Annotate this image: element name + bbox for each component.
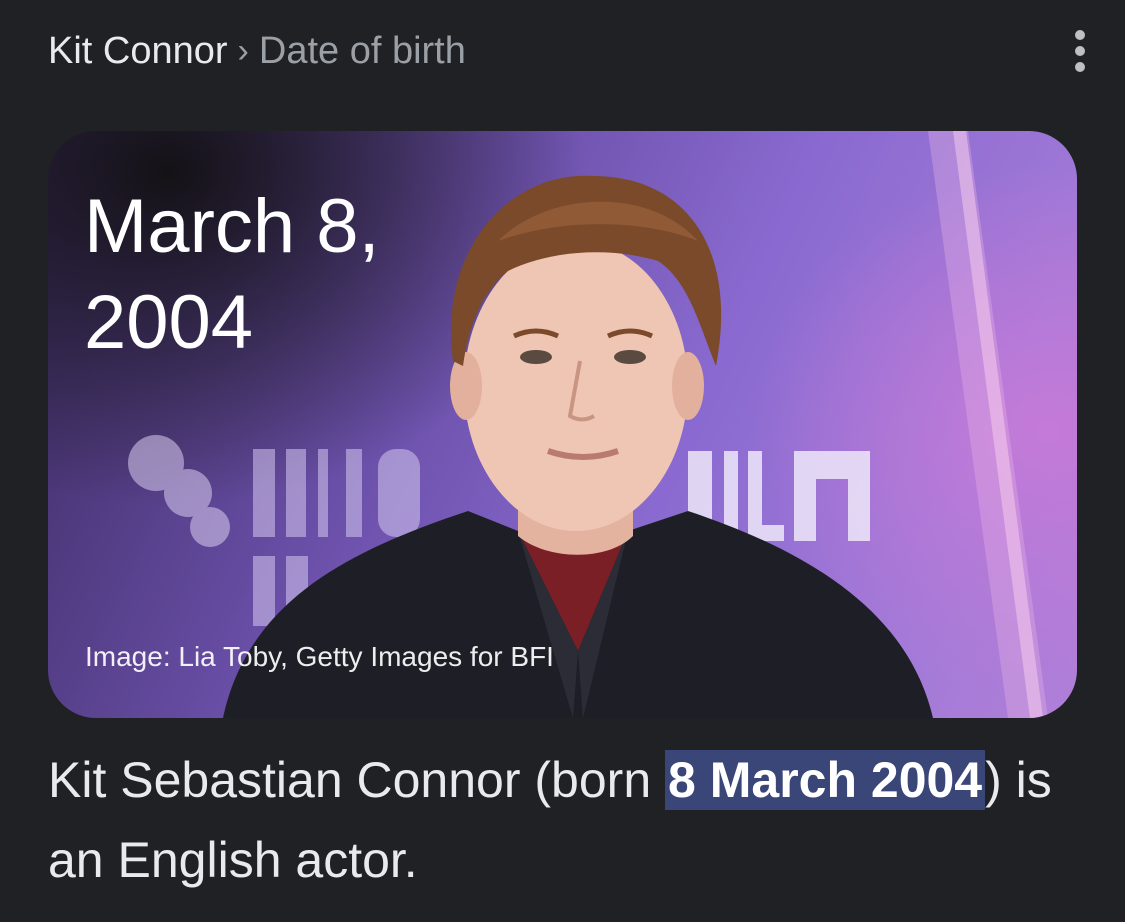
description-highlight: 8 March 2004: [665, 750, 986, 810]
breadcrumb: Kit Connor › Date of birth: [48, 26, 466, 76]
more-dot: [1075, 46, 1085, 56]
more-dot: [1075, 30, 1085, 40]
image-card[interactable]: March 8, 2004 Image: Lia Toby, Getty Ima…: [48, 131, 1077, 718]
description-before: Kit Sebastian Connor (born: [48, 752, 666, 808]
card-date: March 8, 2004: [84, 179, 504, 371]
more-vert-icon[interactable]: [1062, 30, 1098, 72]
breadcrumb-current: Date of birth: [258, 29, 466, 72]
breadcrumb-separator: ›: [237, 31, 249, 70]
image-credit: Image: Lia Toby, Getty Images for BFI: [85, 641, 554, 672]
breadcrumb-root[interactable]: Kit Connor: [48, 30, 228, 73]
description-snippet: Kit Sebastian Connor (born 8 March 2004)…: [48, 740, 1088, 900]
more-dot: [1075, 62, 1085, 72]
card-date-line1: March 8,: [84, 184, 380, 269]
card-date-line2: 2004: [84, 280, 254, 365]
